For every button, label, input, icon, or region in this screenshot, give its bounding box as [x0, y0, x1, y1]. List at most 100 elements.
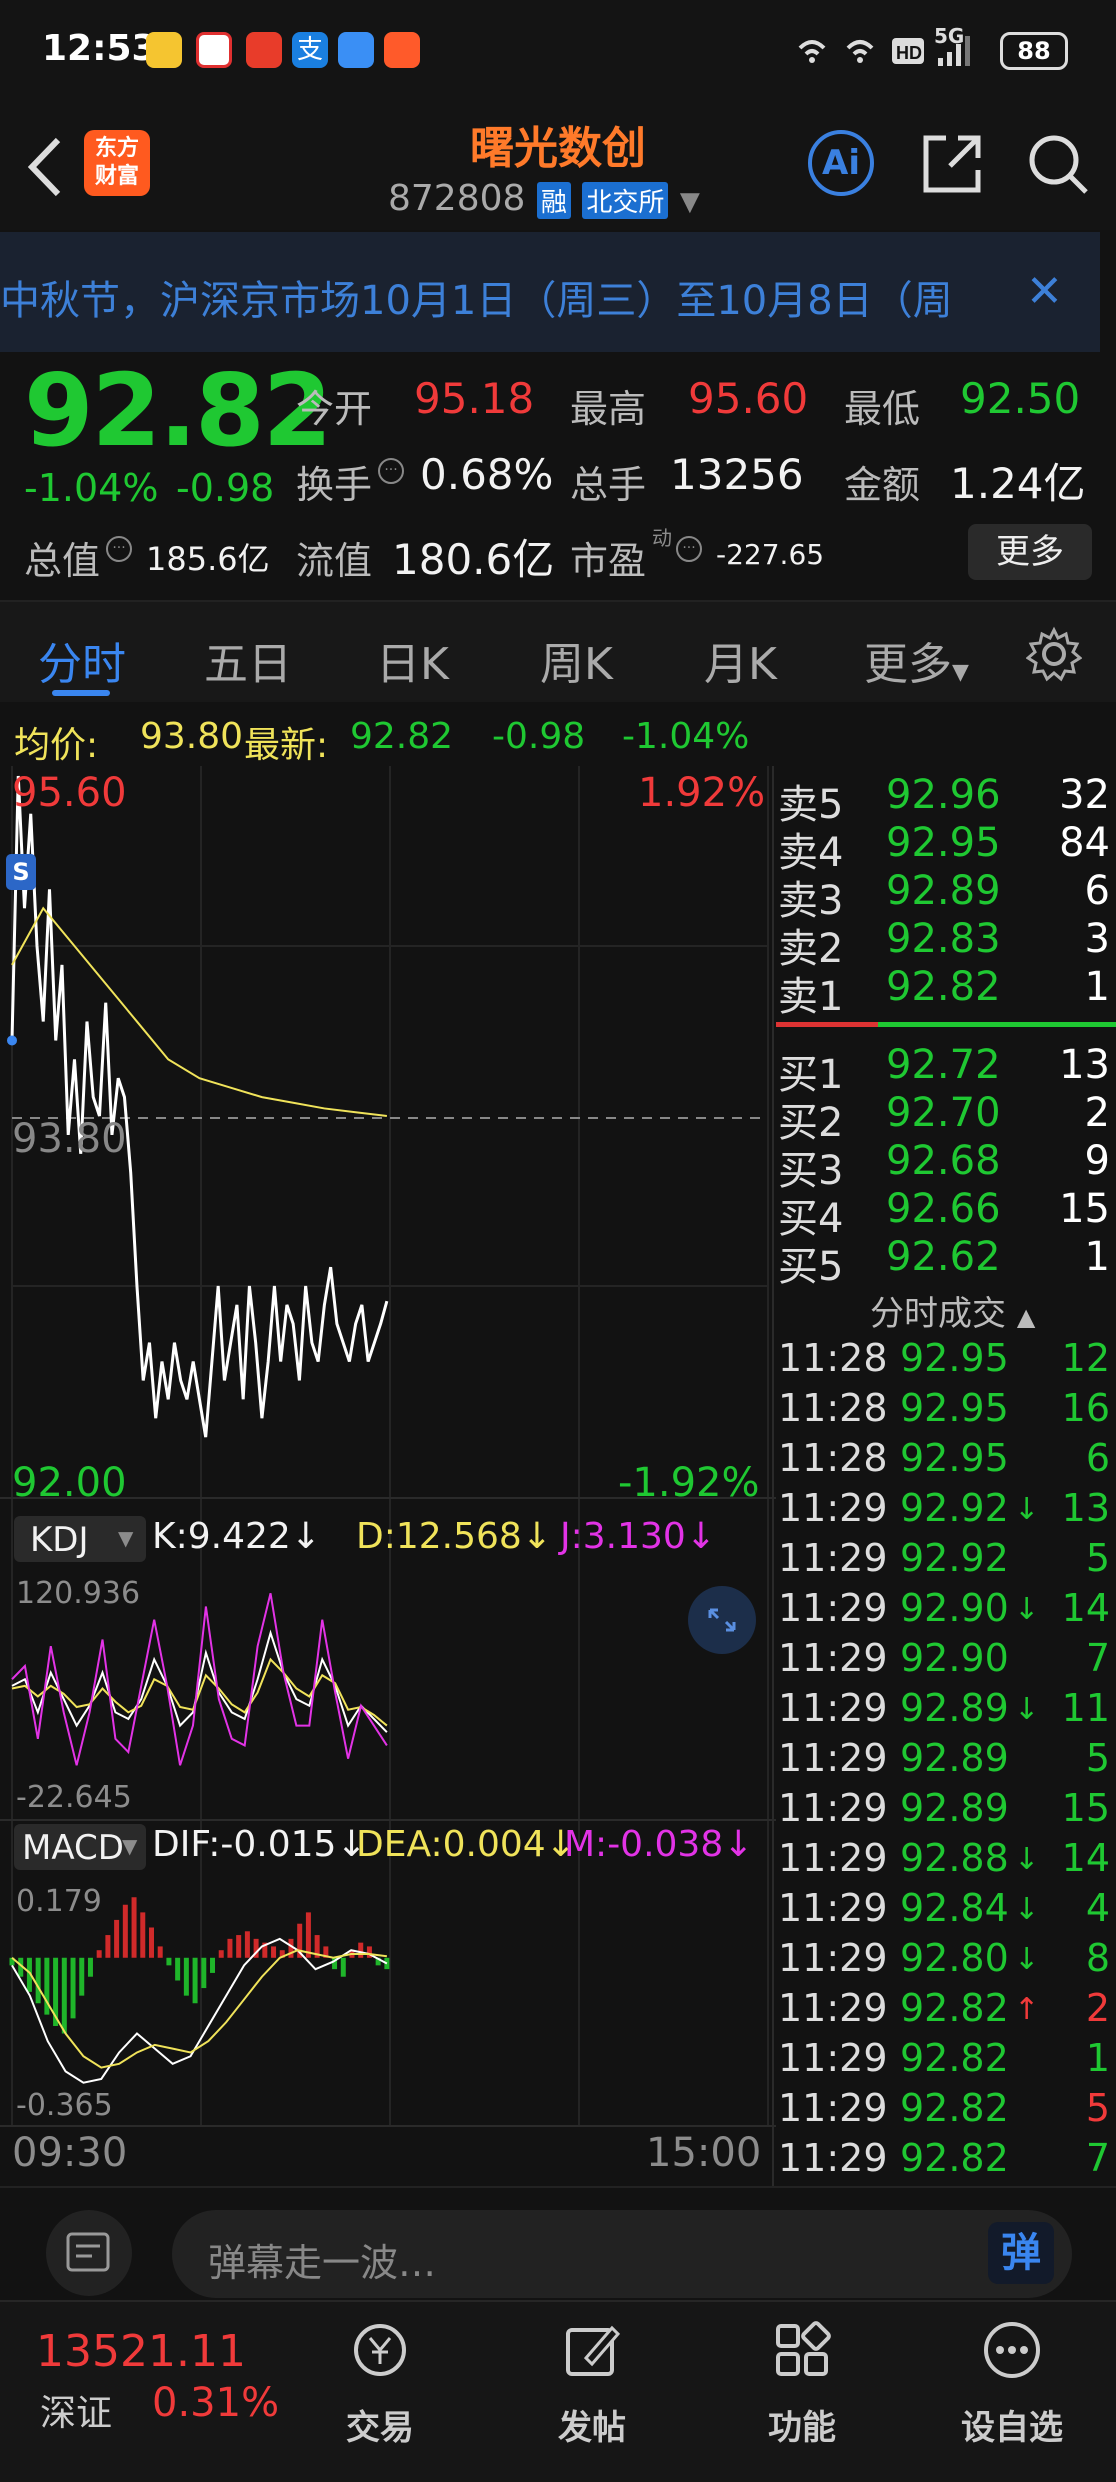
s-marker[interactable]: S: [6, 854, 36, 890]
trade-arrow-icon: ↓: [1014, 1592, 1040, 1627]
ask-row-5[interactable]: 卖1 92.82 1: [776, 964, 1116, 1020]
series-price-line: [10, 775, 389, 1438]
trade-arrow-icon: ↓: [1014, 1692, 1040, 1727]
float-label: 流值: [296, 539, 373, 583]
trade-volume: 2: [1085, 1986, 1110, 2030]
trade-price: 92.90: [900, 1586, 1009, 1630]
order-book-separator: [776, 1022, 1116, 1027]
low-value: 92.50: [960, 374, 1081, 423]
trade-row: 11:29 92.82 ↑ 2: [778, 1986, 1114, 2036]
trade-volume: 14: [1061, 1586, 1110, 1630]
ask-row-2[interactable]: 卖4 92.95 84: [776, 820, 1116, 876]
trade-time: 11:29: [778, 1736, 888, 1780]
danmaku-input[interactable]: 弹幕走一波… 弹: [172, 2210, 1072, 2298]
trade-volume: 12: [1061, 1336, 1110, 1380]
share-button[interactable]: [920, 132, 984, 196]
bid-price: 92.68: [886, 1138, 1001, 1184]
arrow-down-icon: ↓: [521, 1516, 552, 1557]
trade-volume: 1: [1085, 2036, 1110, 2080]
kdj-selector[interactable]: KDJ ▼: [14, 1516, 146, 1562]
ai-button[interactable]: Ai: [808, 130, 874, 196]
tab-more-label: 更多: [864, 639, 952, 690]
nav-post[interactable]: 发帖: [532, 2400, 652, 2449]
danmaku-toggle[interactable]: 弹: [988, 2222, 1054, 2284]
trade-time: 11:29: [778, 1836, 888, 1880]
ask-price: 92.96: [886, 772, 1001, 818]
search-button[interactable]: [1024, 130, 1094, 200]
close-icon[interactable]: ✕: [1026, 266, 1063, 317]
tab-intraday[interactable]: 分时: [38, 628, 126, 692]
kdj-j-label: J:3.130↓: [560, 1516, 716, 1557]
open-value: 95.18: [414, 374, 535, 423]
index-value[interactable]: 13521.11: [36, 2326, 246, 2377]
x-end-label: 15:00: [646, 2130, 762, 2176]
change-value: -0.98: [176, 466, 275, 510]
bid-row-2[interactable]: 买2 92.70 2: [776, 1090, 1116, 1146]
macd-m-label: M:-0.038↓: [564, 1824, 753, 1865]
info-icon[interactable]: ···: [378, 458, 404, 484]
stock-code-row[interactable]: 872808 融 北交所 ▼: [388, 178, 700, 219]
ask-row-3[interactable]: 卖3 92.89 6: [776, 868, 1116, 924]
macd-DEA-line: [11, 1949, 388, 2069]
trade-volume: 14: [1061, 1836, 1110, 1880]
macd-selector[interactable]: MACD ▼: [14, 1824, 146, 1870]
tab-more[interactable]: 更多▼: [864, 628, 969, 692]
bid-row-4[interactable]: 买4 92.66 15: [776, 1186, 1116, 1242]
kdj-k-value: K:9.422: [152, 1516, 291, 1557]
panel-divider: [772, 766, 774, 2186]
bid-row-3[interactable]: 买3 92.68 9: [776, 1138, 1116, 1194]
trade-row: 11:29 92.82 1: [778, 2036, 1114, 2086]
tab-five-day[interactable]: 五日: [204, 628, 292, 692]
ask-row-1[interactable]: 卖5 92.96 32: [776, 772, 1116, 828]
caret-down-icon: ▼: [118, 1526, 134, 1550]
amount-value: 1.24亿: [950, 459, 1086, 508]
trade-volume: 15: [1061, 1786, 1110, 1830]
kdj-j-value: J:3.130: [560, 1516, 686, 1557]
trade-row: 11:29 92.90 7: [778, 1636, 1114, 1686]
trades-header[interactable]: 分时成交 ▲: [870, 1286, 1035, 1335]
trade-volume: 7: [1085, 2136, 1110, 2180]
trade-row: 11:29 92.82 5: [778, 2086, 1114, 2136]
ask-price: 92.83: [886, 916, 1001, 962]
nav-trade[interactable]: 交易: [320, 2400, 440, 2449]
bid-row-1[interactable]: 买1 92.72 13: [776, 1042, 1116, 1098]
trade-row: 11:29 92.82 7: [778, 2136, 1114, 2186]
bid-row-5[interactable]: 买5 92.62 1: [776, 1234, 1116, 1290]
trade-time: 11:29: [778, 2086, 888, 2130]
trade-volume: 5: [1085, 1536, 1110, 1580]
info-icon[interactable]: ···: [676, 536, 702, 562]
grid-icon: [776, 2321, 831, 2376]
expand-button[interactable]: [688, 1586, 756, 1654]
nav-functions[interactable]: 功能: [742, 2400, 862, 2449]
trade-arrow-icon: ↓: [1014, 1492, 1040, 1527]
trade-row: 11:29 92.89 5: [778, 1736, 1114, 1786]
trade-row: 11:29 92.90 ↓ 14: [778, 1586, 1114, 1636]
last-value: 92.82: [350, 716, 454, 757]
ask-row-4[interactable]: 卖2 92.83 3: [776, 916, 1116, 972]
bid-price: 92.62: [886, 1234, 1001, 1280]
taobao-icon: [246, 32, 282, 68]
index-pct: 0.31%: [152, 2380, 280, 2426]
trade-volume: 7: [1085, 1636, 1110, 1680]
trade-row: 11:29 92.80 ↓ 8: [778, 1936, 1114, 1986]
last-label: 最新:: [244, 725, 329, 766]
info-icon[interactable]: ···: [106, 536, 132, 562]
tab-weekly-k[interactable]: 周K: [540, 628, 613, 692]
trade-price: 92.82: [900, 2086, 1009, 2130]
svg-text:HD: HD: [896, 43, 922, 63]
trade-price: 92.88: [900, 1836, 1009, 1880]
nav-add-watchlist[interactable]: 设自选: [952, 2400, 1072, 2449]
danmaku-settings-button[interactable]: [46, 2210, 132, 2296]
more-button[interactable]: 更多: [968, 524, 1092, 580]
ask-volume: 3: [1084, 916, 1110, 962]
price-chart: [7, 775, 389, 1438]
avg-value: 93.80: [140, 716, 244, 757]
caret-down-icon: ▼: [122, 1834, 138, 1858]
y-top-label: 95.60: [12, 770, 127, 816]
summary-row: 均价: 93.80 最新: 92.82 -0.98 -1.04%: [0, 706, 1116, 766]
high-label: 最高: [570, 387, 647, 431]
settings-button[interactable]: [1026, 626, 1082, 682]
tab-monthly-k[interactable]: 月K: [704, 628, 777, 692]
ask-volume: 6: [1084, 868, 1110, 914]
tab-daily-k[interactable]: 日K: [376, 628, 449, 692]
